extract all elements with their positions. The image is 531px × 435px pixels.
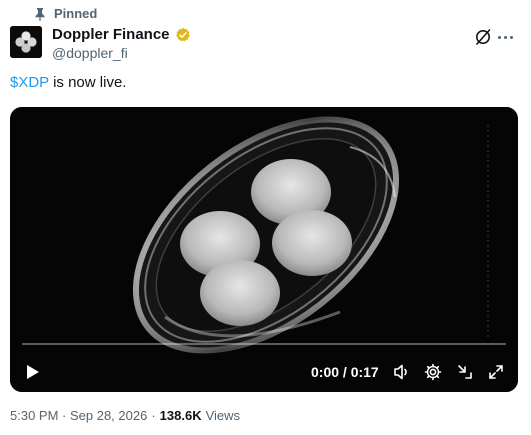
pinned-indicator: Pinned: [34, 6, 97, 21]
tweet-timestamp[interactable]: 5:30 PM · Sep 28, 2026: [10, 408, 147, 423]
fullscreen-icon[interactable]: [486, 362, 506, 382]
video-progress-bar[interactable]: [22, 343, 506, 345]
avatar[interactable]: [10, 26, 42, 58]
grok-icon[interactable]: [474, 28, 492, 46]
tweet-text: $XDP is now live.: [10, 74, 126, 91]
settings-icon[interactable]: [423, 362, 443, 382]
views-label: Views: [205, 408, 241, 423]
pinned-label: Pinned: [54, 6, 98, 21]
video-time: 0:00 / 0:17: [311, 364, 379, 380]
views-count: 138.6K: [159, 408, 202, 423]
doppler-logo: [10, 26, 42, 58]
play-icon[interactable]: [22, 362, 42, 382]
author-display-name[interactable]: Doppler Finance: [52, 26, 170, 43]
tweet-text-rest: is now live.: [48, 74, 127, 91]
cashtag-link[interactable]: $XDP: [10, 74, 49, 91]
author-name-row: Doppler Finance: [52, 26, 191, 43]
more-icon[interactable]: [498, 30, 518, 44]
volume-icon[interactable]: [392, 362, 412, 382]
verified-badge-icon[interactable]: [175, 27, 191, 43]
pin-icon: [35, 7, 45, 21]
minimize-icon[interactable]: [455, 362, 475, 382]
meta-separator: ·: [151, 408, 156, 423]
video-controls: 0:00 / 0:17: [10, 352, 518, 392]
video-frame: [10, 107, 518, 392]
video-player[interactable]: 0:00 / 0:17: [10, 107, 518, 392]
author-handle[interactable]: @doppler_fi: [52, 45, 128, 61]
tweet-meta: 5:30 PM · Sep 28, 2026 · 138.6K Views: [10, 408, 240, 423]
